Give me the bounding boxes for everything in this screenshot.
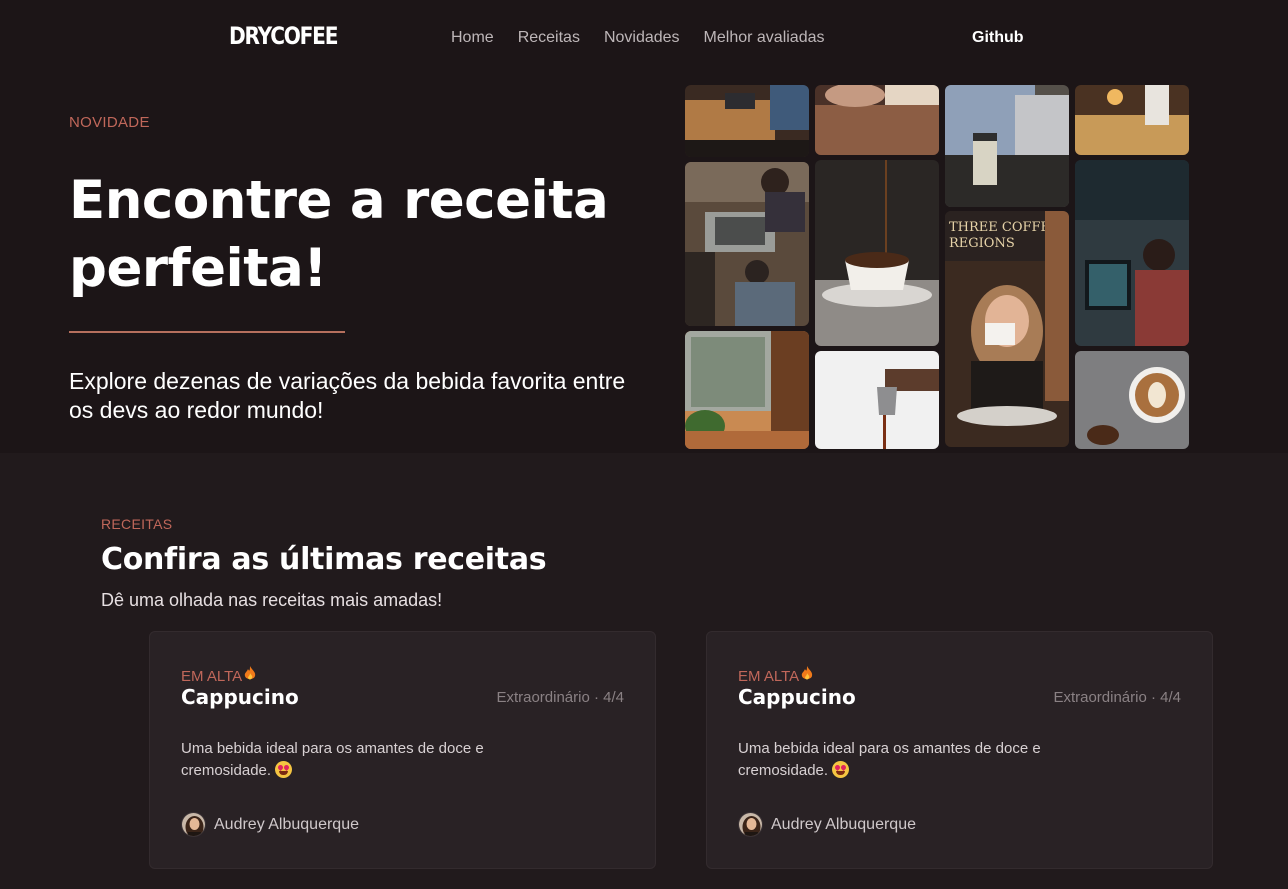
gallery-photo-cafe-window-plants — [685, 331, 809, 449]
top-navbar: DRYCOFEE Home Receitas Novidades Melhor … — [0, 0, 1288, 85]
heart-eyes-emoji-icon — [832, 761, 850, 778]
flame-icon — [801, 666, 813, 685]
gallery-photo-latte-art — [1075, 351, 1189, 449]
photo-gallery: THREE COFFEE REGIONS — [685, 85, 1189, 453]
recipe-rating: Extraordinário · 4/4 — [496, 689, 624, 706]
nav-link-novidades[interactable]: Novidades — [604, 29, 680, 47]
author-name: Audrey Albuquerque — [771, 815, 916, 833]
brand-logo[interactable]: DRYCOFEE — [229, 22, 338, 50]
recipe-description: Uma bebida ideal para os amantes de doce… — [181, 738, 571, 782]
nav-links: Home Receitas Novidades Melhor avaliadas — [451, 29, 825, 47]
trending-badge-label: EM ALTA — [181, 668, 243, 685]
trending-badge: EM ALTA — [181, 666, 256, 685]
recipe-description-text: Uma bebida ideal para os amantes de doce… — [738, 740, 1041, 779]
hero-subtitle: Explore dezenas de variações da bebida f… — [69, 368, 626, 423]
avatar — [181, 812, 206, 837]
recipe-description-text: Uma bebida ideal para os amantes de doce… — [181, 740, 484, 779]
flame-icon — [244, 666, 256, 685]
recipe-author[interactable]: Audrey Albuquerque — [181, 812, 359, 837]
gallery-photo-coffee-pouring-into-cup — [815, 160, 939, 346]
recipe-card[interactable]: EM ALTA Cappucino Extraordinário · 4/4 U… — [149, 631, 656, 869]
gallery-photo-woman-drinking-coffee: THREE COFFEE REGIONS — [945, 211, 1069, 447]
recipes-title: Confira as últimas receitas — [101, 542, 547, 577]
nav-link-home[interactable]: Home — [451, 29, 494, 47]
hero-section: NOVIDADE Encontre a receita perfeita! Ex… — [0, 85, 1288, 453]
recipe-author[interactable]: Audrey Albuquerque — [738, 812, 916, 837]
trending-badge: EM ALTA — [738, 666, 813, 685]
gallery-photo-barista-bar — [1075, 85, 1189, 155]
recipe-card[interactable]: EM ALTA Cappucino Extraordinário · 4/4 U… — [706, 631, 1213, 869]
gallery-photo-coffee-shop-laptop-table — [685, 85, 809, 157]
github-link[interactable]: Github — [972, 29, 1024, 47]
hero-eyebrow: NOVIDADE — [69, 114, 150, 131]
avatar — [738, 812, 763, 837]
hero-divider — [69, 331, 345, 333]
recipe-title[interactable]: Cappucino — [738, 685, 856, 709]
heart-eyes-emoji-icon — [275, 761, 293, 778]
recipes-subtitle: Dê uma olhada nas receitas mais amadas! — [101, 590, 443, 610]
recipe-title[interactable]: Cappucino — [181, 685, 299, 709]
author-name: Audrey Albuquerque — [214, 815, 359, 833]
recipe-rating: Extraordinário · 4/4 — [1053, 689, 1181, 706]
gallery-photo-baristas — [685, 162, 809, 326]
trending-badge-label: EM ALTA — [738, 668, 800, 685]
gallery-photo-pouring-milk-jug — [815, 351, 939, 449]
svg-text:REGIONS: REGIONS — [949, 236, 1015, 251]
hero-title: Encontre a receita perfeita! — [69, 170, 609, 299]
gallery-photo-developer-coding — [1075, 160, 1189, 346]
nav-link-melhor-avaliadas[interactable]: Melhor avaliadas — [704, 29, 825, 47]
gallery-photo-man-laptop-coffee-cup — [945, 85, 1069, 207]
recipe-description: Uma bebida ideal para os amantes de doce… — [738, 738, 1128, 782]
recipes-eyebrow: RECEITAS — [101, 516, 173, 532]
nav-link-receitas[interactable]: Receitas — [518, 29, 580, 47]
gallery-photo-coffee-shop-counter — [815, 85, 939, 155]
svg-text:THREE COFFEE: THREE COFFEE — [949, 220, 1060, 235]
